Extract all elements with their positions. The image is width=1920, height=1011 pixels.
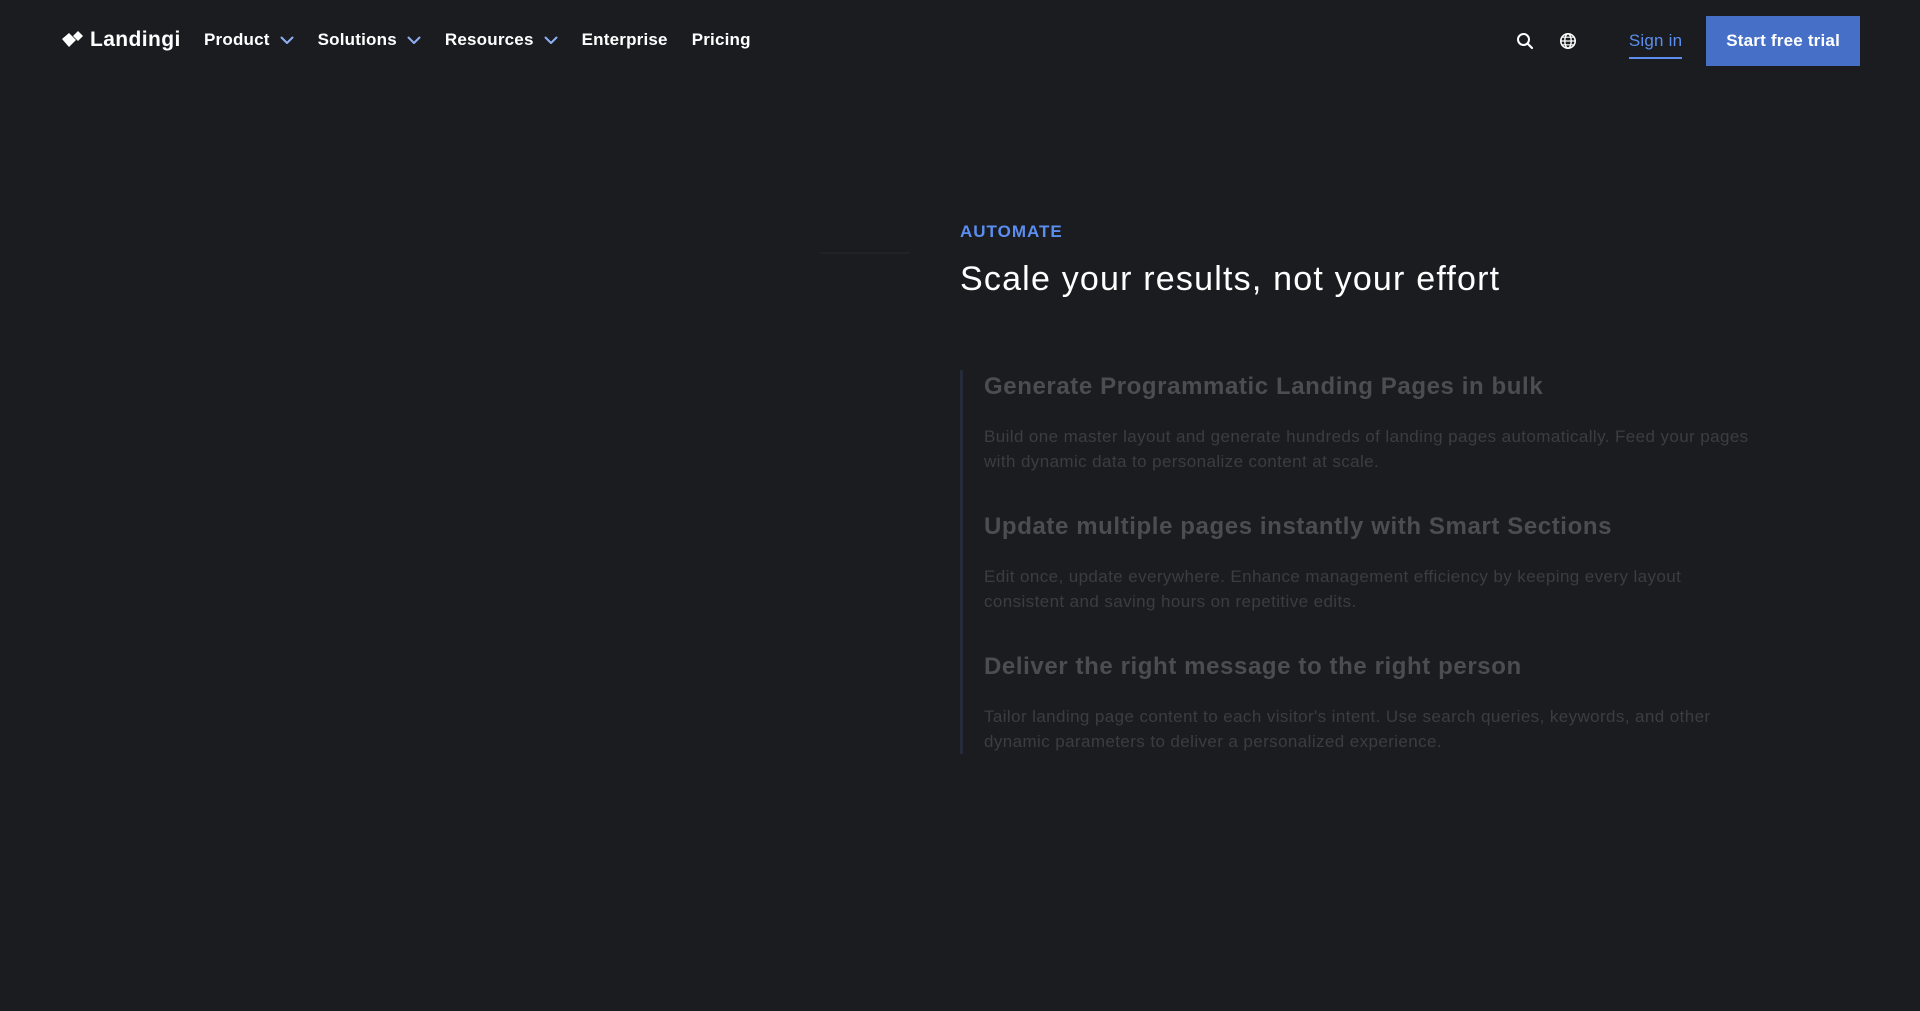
- search-icon[interactable]: [1514, 30, 1536, 52]
- feature-list: Generate Programmatic Landing Pages in b…: [960, 370, 1760, 754]
- feature-item[interactable]: Deliver the right message to the right p…: [984, 650, 1760, 754]
- nav-item-label: Resources: [444, 30, 534, 49]
- feature-item[interactable]: Generate Programmatic Landing Pages in b…: [984, 370, 1760, 474]
- feature-body: Edit once, update everywhere. Enhance ma…: [984, 567, 1682, 611]
- feature-title: Update multiple pages instantly with Sma…: [984, 513, 1613, 540]
- nav-item-product[interactable]: Product: [204, 30, 294, 50]
- logo-mark-icon: [62, 31, 83, 47]
- chevron-down-icon: [280, 36, 294, 44]
- section-headline: Scale your results, not your effort: [960, 260, 1501, 298]
- chevron-down-icon: [407, 36, 421, 44]
- feature-item[interactable]: Update multiple pages instantly with Sma…: [984, 510, 1760, 614]
- brand-name: Landingi: [90, 28, 181, 51]
- start-free-trial-button[interactable]: Start free trial: [1706, 16, 1860, 66]
- nav-item-label: Solutions: [317, 30, 397, 49]
- nav-item-pricing[interactable]: Pricing: [692, 30, 751, 50]
- section-eyebrow: AUTOMATE: [960, 222, 1063, 241]
- nav-item-label: Enterprise: [581, 30, 668, 49]
- chevron-down-icon: [544, 36, 558, 44]
- decorative-line: [820, 252, 910, 254]
- site-header: Landingi Product Solutions Resources Ent…: [0, 0, 1920, 80]
- nav-item-label: Product: [204, 30, 270, 49]
- header-actions: Sign in Start free trial: [1514, 16, 1860, 66]
- feature-body: Tailor landing page content to each visi…: [984, 707, 1711, 751]
- nav-item-enterprise[interactable]: Enterprise: [582, 30, 668, 50]
- feature-title: Deliver the right message to the right p…: [984, 653, 1522, 680]
- feature-body: Build one master layout and generate hun…: [984, 427, 1749, 471]
- main-nav: Product Solutions Resources Enterprise P…: [204, 28, 775, 52]
- globe-icon[interactable]: [1557, 30, 1579, 52]
- nav-item-label: Pricing: [691, 30, 751, 49]
- feature-title: Generate Programmatic Landing Pages in b…: [984, 373, 1544, 400]
- nav-item-resources[interactable]: Resources: [445, 30, 558, 50]
- landingi-logo[interactable]: Landingi: [60, 26, 181, 54]
- nav-item-solutions[interactable]: Solutions: [318, 30, 421, 50]
- sign-in-link[interactable]: Sign in: [1628, 31, 1683, 59]
